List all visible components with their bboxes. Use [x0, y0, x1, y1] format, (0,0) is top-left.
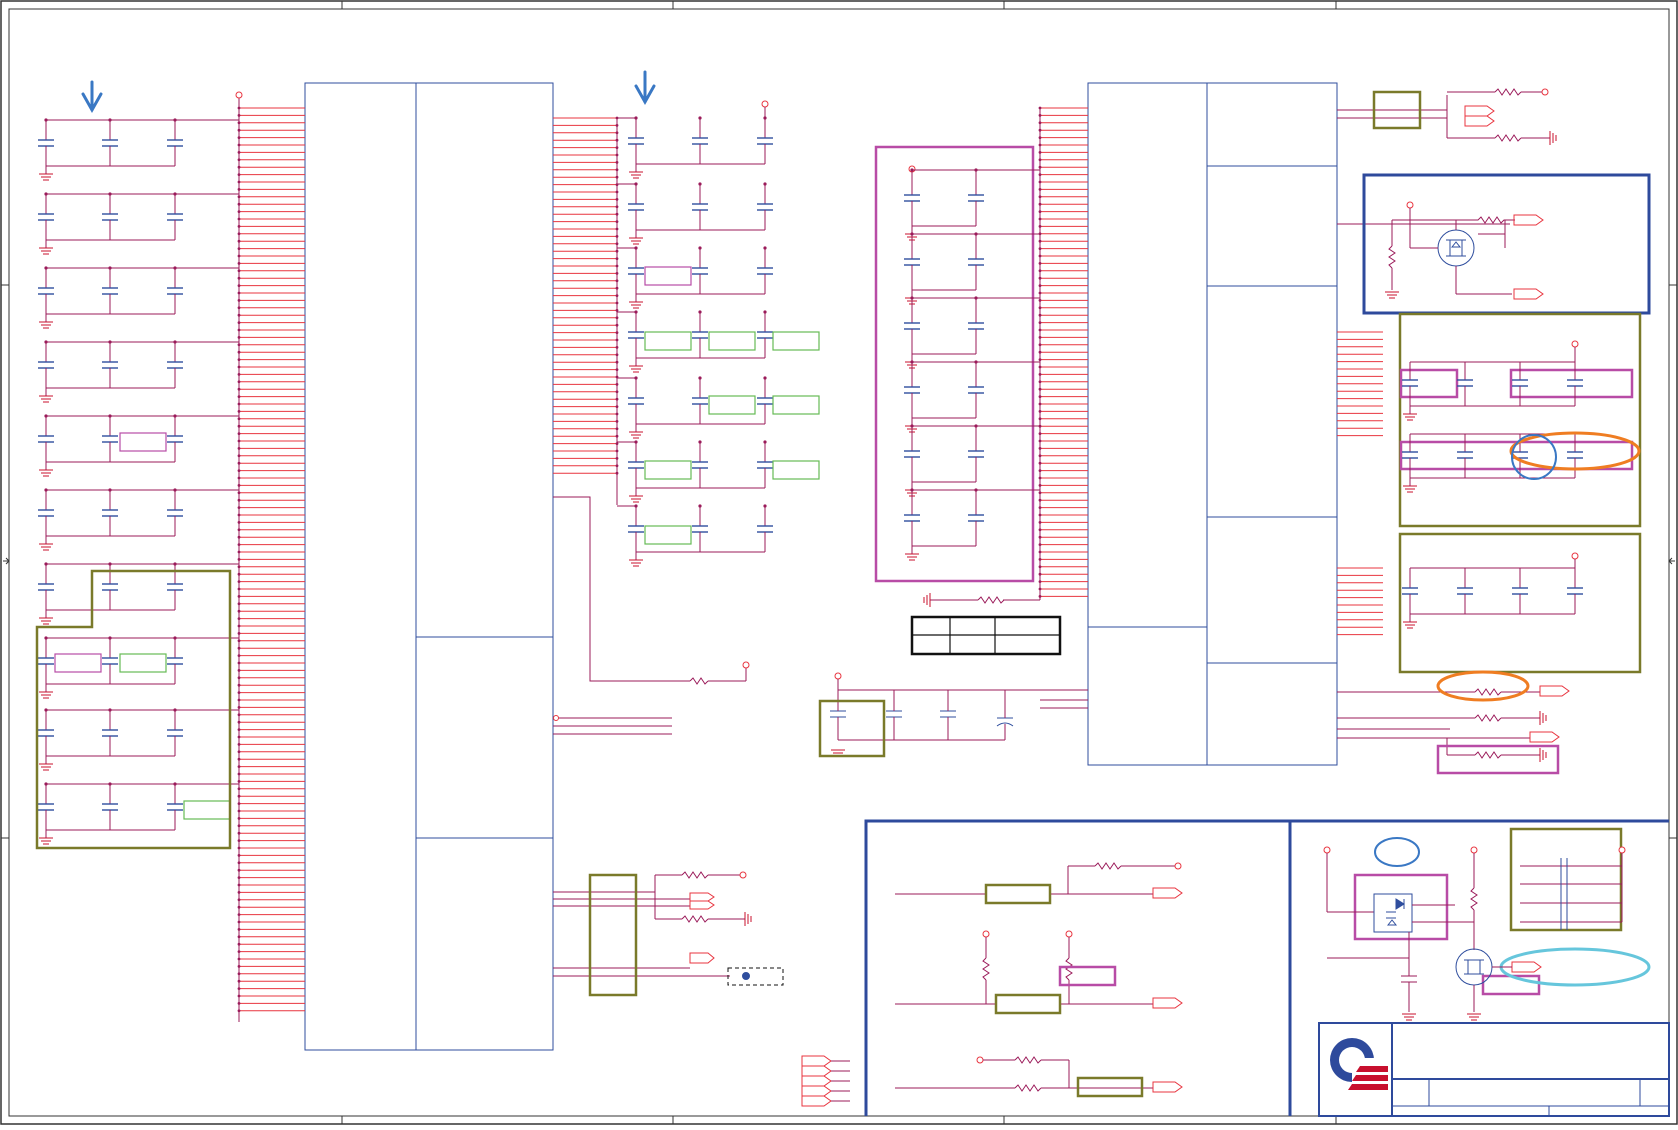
highlight-box	[818, 699, 886, 758]
ground-icon	[629, 431, 643, 439]
highlight-ellipse	[1436, 670, 1530, 702]
footprint-box	[644, 266, 692, 286]
subsheet-a-circuit	[895, 862, 1183, 1093]
marker-arrow-icon	[81, 70, 656, 114]
ground-icon	[39, 321, 53, 329]
footprint-box	[644, 331, 692, 351]
highlight-box	[1509, 368, 1634, 399]
ground-icon	[629, 365, 643, 373]
sheet-frame	[0, 0, 1678, 1125]
footprint-box	[119, 432, 167, 452]
ground-icon	[1403, 621, 1417, 629]
highlight-box	[1076, 1076, 1144, 1098]
ground-icon	[39, 837, 53, 845]
ground-icon	[39, 691, 53, 699]
vref-capacitors	[830, 672, 1088, 757]
ic-u1-outline	[304, 82, 554, 1051]
capacitor-cluster	[1402, 340, 1583, 629]
ground-icon	[39, 617, 53, 625]
footprint-box	[772, 331, 820, 351]
u1-bottom-signals	[553, 871, 784, 986]
footprint-box	[772, 460, 820, 480]
bias-resistor	[923, 593, 1040, 607]
highlight-ellipse	[1374, 837, 1420, 867]
mosfet-wiring	[1385, 201, 1544, 300]
footprint-box	[772, 395, 820, 415]
footprint-box	[54, 653, 102, 673]
option-table	[910, 615, 1062, 656]
footprint-box	[119, 653, 167, 673]
ic-u2-outline	[1087, 82, 1338, 766]
ground-icon	[39, 395, 53, 403]
power-port-icon	[1571, 340, 1579, 348]
u2-top-signals	[1337, 88, 1557, 225]
power-port-icon	[1571, 552, 1579, 560]
ground-icon	[629, 237, 643, 245]
company-logo	[1330, 1038, 1388, 1090]
highlight-box	[1362, 173, 1651, 315]
ground-icon	[39, 247, 53, 255]
ground-icon	[629, 301, 643, 309]
mosfet-icon	[1437, 229, 1475, 267]
ground-icon	[905, 553, 919, 561]
highlight-box	[1399, 440, 1634, 471]
footprint-box	[708, 331, 756, 351]
highlight-box	[1481, 974, 1541, 996]
highlight-box	[1509, 827, 1623, 932]
schematic-sheet	[0, 0, 1678, 1125]
ground-icon	[39, 469, 53, 477]
ground-icon	[39, 763, 53, 771]
sub-sheet-frames	[864, 819, 1669, 1116]
pin-stubs	[237, 106, 1383, 1013]
bottom-port-stack	[801, 1055, 850, 1107]
ground-icon	[39, 543, 53, 551]
ground-icon	[1403, 485, 1417, 493]
ground-icon	[629, 495, 643, 503]
ground-icon	[629, 171, 643, 179]
highlight-ellipse	[1499, 947, 1651, 987]
ground-icon	[39, 173, 53, 181]
decoupling-capacitors	[35, 116, 820, 850]
footprint-box	[183, 800, 231, 820]
footprint-box	[644, 460, 692, 480]
highlight-box	[1399, 368, 1459, 399]
u1-net-resistor	[553, 496, 750, 735]
ground-icon	[629, 559, 643, 567]
highlight-box	[874, 145, 1035, 583]
highlight-box	[994, 993, 1062, 1015]
capacitor-cluster	[904, 168, 1040, 561]
footprint-box	[708, 395, 756, 415]
subsheet-b-circuit	[1323, 846, 1626, 1021]
ground-icon	[1403, 413, 1417, 421]
footprint-box	[644, 525, 692, 545]
highlight-box	[984, 883, 1052, 905]
highlight-box	[588, 873, 638, 997]
mid-supply-rail	[616, 100, 769, 505]
schematic-canvas	[0, 0, 1678, 1125]
highlight-box	[1353, 873, 1449, 941]
left-supply-rail	[235, 91, 243, 1022]
highlight-box	[1398, 312, 1642, 528]
